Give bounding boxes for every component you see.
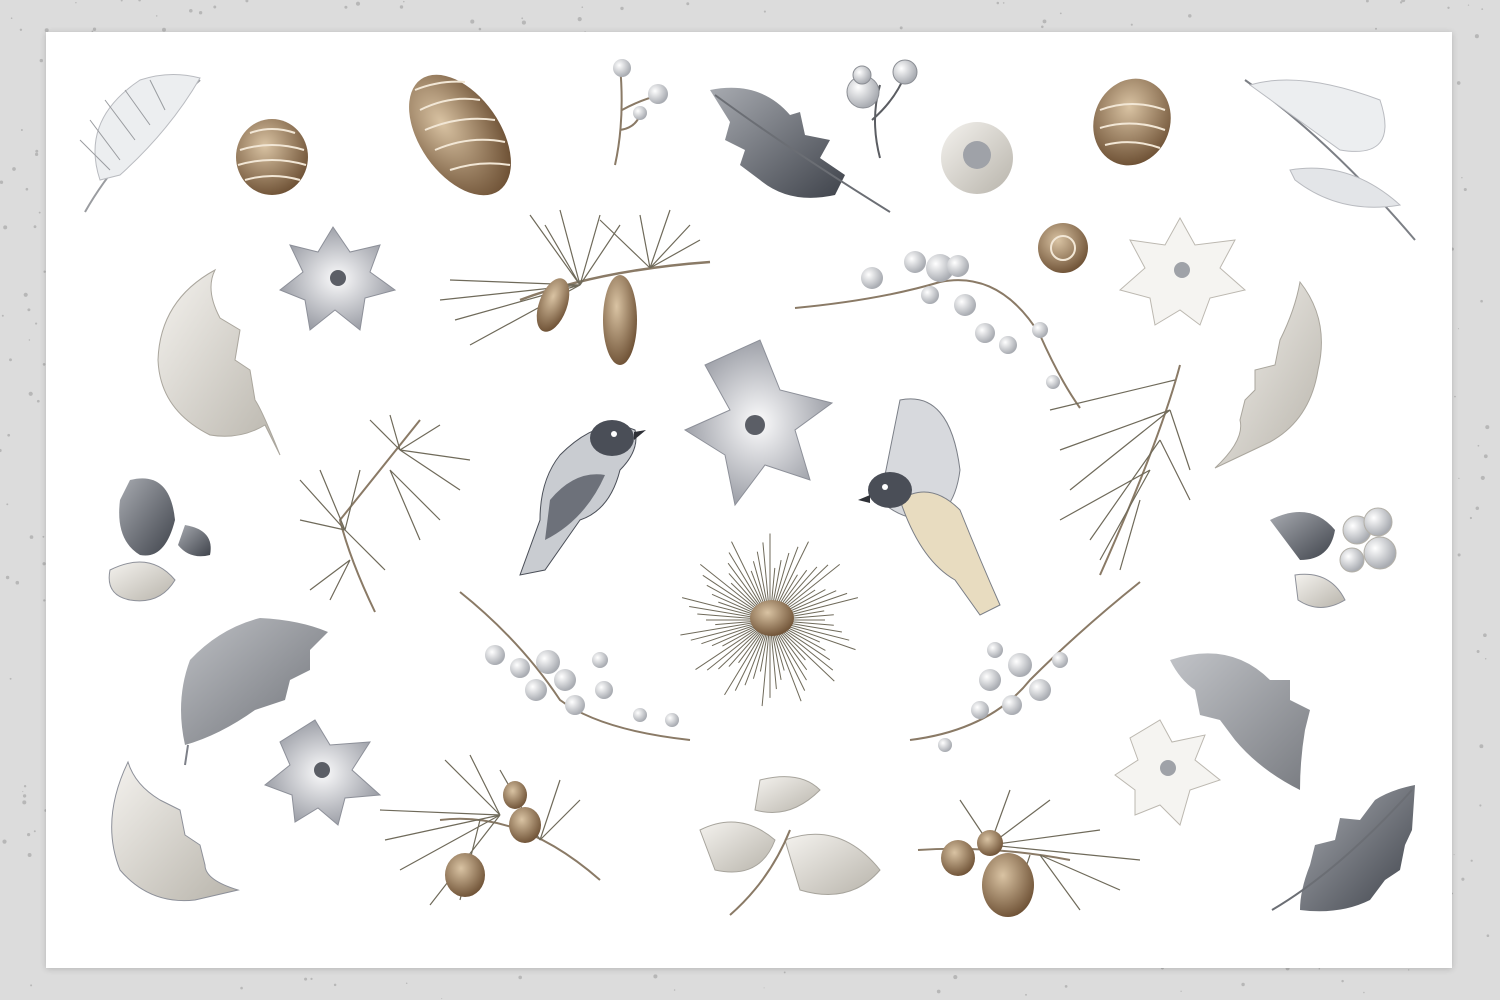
holly-leaf-dark-bottom — [1271, 785, 1415, 912]
pinecone-round-mid — [1038, 223, 1088, 273]
pine-branch-cones-bottom-left — [379, 754, 601, 906]
berry-branch-right — [794, 251, 1081, 409]
leaf-berries-right — [1270, 507, 1397, 608]
pine-burst-cone — [750, 600, 794, 636]
pinecone-top-right — [1093, 78, 1171, 166]
pinecone-long-top — [409, 74, 511, 196]
berry-branch-lower-right — [909, 581, 1141, 752]
pine-branch-cones-top — [439, 209, 711, 365]
feather-top-right — [1244, 79, 1416, 241]
poinsettia-left — [279, 226, 397, 331]
dandelion-flower — [941, 122, 1013, 194]
poinsettia-right — [1118, 216, 1247, 326]
leaf-curled-right — [1214, 280, 1322, 469]
poinsettia-lower-right — [1114, 719, 1222, 826]
bird-perched — [519, 420, 646, 576]
pinecone-small-top — [236, 119, 308, 195]
bird-flying — [858, 398, 1001, 616]
berry-sprig-top — [613, 59, 668, 166]
poinsettia-center — [683, 339, 834, 507]
pine-branch-left — [299, 414, 471, 613]
leaf-trio-bottom — [699, 776, 881, 916]
leaf-curled-bottom-left — [111, 760, 240, 902]
illustration-set — [79, 59, 1416, 917]
pine-branch-cones-bottom-right — [917, 789, 1141, 917]
feather-top-left — [79, 74, 201, 213]
berry-branch-lower-left — [459, 591, 691, 741]
pine-sprig-right — [1049, 364, 1191, 576]
poinsettia-lower-left — [263, 719, 382, 826]
leaf-pair-left — [108, 478, 211, 602]
berry-cluster-top — [846, 59, 918, 159]
leaf-curled-left — [157, 268, 281, 456]
